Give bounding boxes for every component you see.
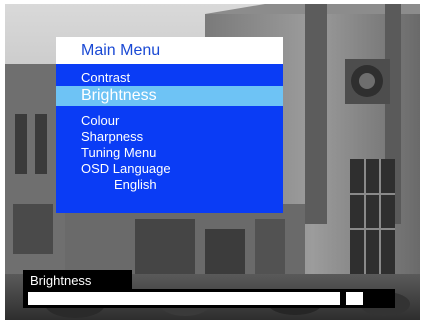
osd-language-value: English bbox=[114, 177, 157, 192]
menu-item-label: Tuning Menu bbox=[81, 145, 157, 160]
menu-item-sharpness[interactable]: Sharpness bbox=[81, 129, 143, 144]
menu-item-label: Contrast bbox=[81, 70, 131, 85]
menu-item-contrast[interactable]: Contrast bbox=[81, 70, 130, 85]
menu-title: Main Menu bbox=[81, 42, 161, 59]
menu-item-osd-language[interactable]: OSD Language bbox=[81, 161, 171, 176]
menu-item-label: Brightness bbox=[81, 87, 157, 104]
menu-item-colour[interactable]: Colour bbox=[81, 113, 119, 128]
language-value-label: English bbox=[114, 177, 157, 192]
menu-title-bar: Main Menu bbox=[56, 37, 283, 64]
menu-item-label: Sharpness bbox=[81, 129, 144, 144]
menu-item-label: OSD Language bbox=[81, 161, 171, 176]
osd-main-menu: Main Menu Contrast Brightness Colour Sha… bbox=[56, 37, 283, 213]
menu-item-label: Colour bbox=[81, 113, 120, 128]
tv-screen: Main Menu Contrast Brightness Colour Sha… bbox=[5, 4, 420, 320]
menu-item-brightness[interactable]: Brightness bbox=[56, 86, 283, 106]
slider-handle[interactable] bbox=[346, 292, 363, 305]
slider-fill bbox=[28, 292, 340, 305]
slider-label: Brightness bbox=[30, 273, 92, 288]
menu-item-tuning-menu[interactable]: Tuning Menu bbox=[81, 145, 156, 160]
slider-label-box: Brightness bbox=[23, 270, 132, 290]
brightness-slider[interactable] bbox=[23, 289, 395, 308]
